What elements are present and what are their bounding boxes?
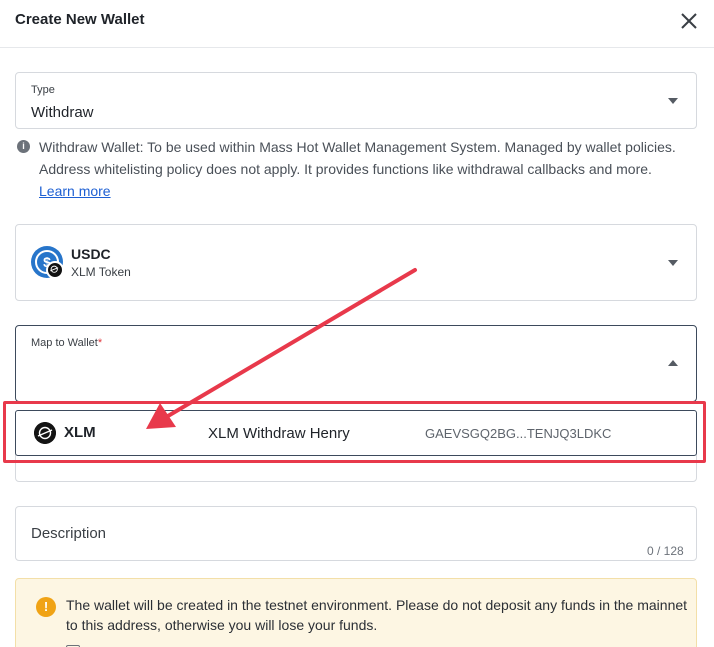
type-value: Withdraw [31,104,94,121]
learn-more-link[interactable]: Learn more [39,183,111,199]
dialog-header: Create New Wallet [0,0,714,48]
asset-subtitle: XLM Token [71,265,131,279]
info-text: Withdraw Wallet: To be used within Mass … [39,139,676,177]
description-field[interactable]: Description 0 / 128 [15,506,697,561]
chevron-down-icon [668,98,678,104]
asset-select[interactable] [15,224,697,301]
map-to-wallet-select[interactable]: Map to Wallet* [15,325,697,402]
warning-text: The wallet will be created in the testne… [66,597,688,633]
wallet-type-description: Withdraw Wallet: To be used within Mass … [39,136,699,202]
dialog-title: Create New Wallet [15,11,145,28]
stellar-icon [46,261,64,279]
testnet-warning: ! The wallet will be created in the test… [15,578,697,647]
asset-name: USDC [71,246,111,262]
type-select[interactable]: Type Withdraw [15,72,697,129]
annotation-highlight-box [3,401,706,463]
close-icon[interactable] [676,8,702,34]
type-label: Type [31,84,55,96]
required-mark: * [97,337,103,349]
description-label: Description [31,525,107,542]
warning-icon: ! [36,597,56,617]
map-label-text: Map to Wallet [31,337,98,349]
map-to-wallet-label: Map to Wallet* [31,337,102,349]
chevron-down-icon [668,260,678,266]
chevron-up-icon [668,360,678,366]
description-counter: 0 / 128 [647,544,684,558]
info-icon: i [17,140,30,153]
